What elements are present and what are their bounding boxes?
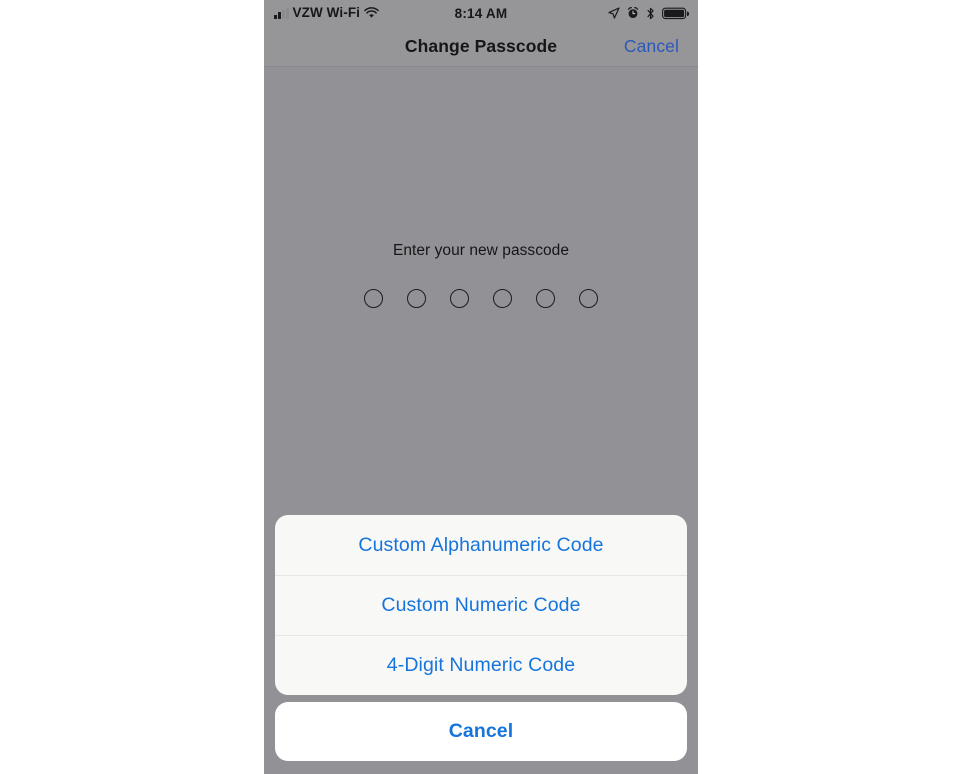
action-sheet-item[interactable]: 4-Digit Numeric Code — [275, 635, 687, 695]
status-bar: VZW Wi-Fi 8:14 AM — [264, 0, 698, 26]
passcode-dot — [364, 289, 383, 308]
battery-full-icon — [662, 7, 689, 20]
action-sheet-cancel-button[interactable]: Cancel — [275, 702, 687, 761]
action-sheet-options-group: Custom Alphanumeric Code Custom Numeric C… — [275, 515, 687, 695]
passcode-prompt-label: Enter your new passcode — [392, 242, 570, 259]
navigation-bar: Change Passcode Cancel — [264, 26, 698, 67]
passcode-dot — [493, 289, 512, 308]
alarm-clock-icon — [627, 7, 639, 19]
passcode-dot — [536, 289, 555, 308]
passcode-entry-area: Enter your new passcode Passcode Options — [264, 67, 698, 581]
passcode-dot-row — [264, 289, 698, 308]
action-sheet-item[interactable]: Custom Numeric Code — [275, 575, 687, 635]
action-sheet-item[interactable]: Custom Alphanumeric Code — [275, 515, 687, 575]
clock-label: 8:14 AM — [454, 5, 508, 21]
nav-cancel-button[interactable]: Cancel — [624, 26, 679, 66]
passcode-dot — [450, 289, 469, 308]
location-arrow-icon — [608, 7, 620, 19]
phone-screen: VZW Wi-Fi 8:14 AM Change Passcode Cancel… — [264, 0, 698, 774]
passcode-dot — [407, 289, 426, 308]
bluetooth-icon — [646, 7, 655, 20]
passcode-dot — [579, 289, 598, 308]
status-bar-right — [608, 0, 689, 26]
action-sheet: Custom Alphanumeric Code Custom Numeric C… — [275, 515, 687, 761]
